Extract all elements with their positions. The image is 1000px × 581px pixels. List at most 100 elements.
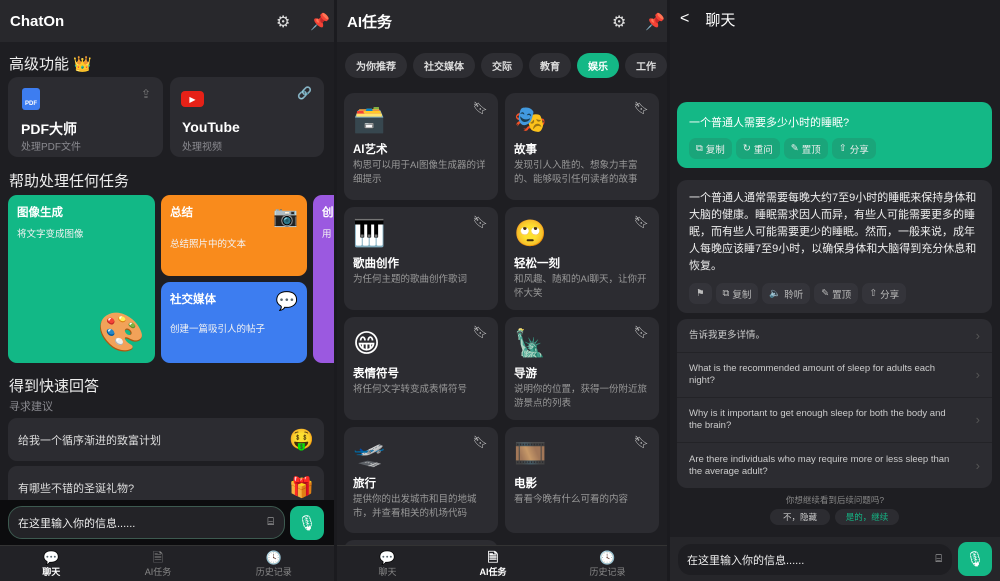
nav-ai-tasks[interactable]: 🗎 AI任务 [145,546,172,581]
gear-icon[interactable]: ⚙ [276,12,290,32]
task-card[interactable]: 🎹 🔖︎ 歌曲创作 为任何主题的歌曲创作歌词 [344,207,498,310]
document-icon: 🗎 [152,550,164,565]
suggestion-item[interactable]: 给我一个循序渐进的致富计划 🤑 [8,418,324,461]
suggestion-text: 给我一个循序渐进的致富计划 [18,434,161,447]
task-card[interactable]: 🙄 🔖︎ 轻松一刻 和风趣、随和的AI聊天，让你开怀大笑 [505,207,659,310]
task-description: 和风趣、随和的AI聊天，让你开怀大笑 [514,274,647,299]
followup-item[interactable]: Are there individuals who may require mo… [677,443,992,488]
task-emoji-icon: 🎭 [514,104,547,134]
upload-icon: ⇪ [140,87,151,101]
share-button[interactable]: ⇧ 分享 [862,283,907,304]
pin-button[interactable]: ✎ 置顶 [814,283,859,304]
card-title: PDF大师 [21,121,77,137]
task-description: 看看今晚有什么可看的内容 [514,494,629,505]
nav-chat[interactable]: 💬 聊天 [378,546,396,581]
refresh-icon: ↻ [742,143,751,154]
bookmark-icon[interactable]: 🔖︎ [634,101,649,115]
bookmark-icon[interactable]: 🔖︎ [473,435,488,449]
chip-social-media[interactable]: 社交媒体 [413,53,475,78]
followup-list: 告诉我更多详情。 › What is the recommended amount… [677,319,992,488]
task-card[interactable]: 🛫 🔖︎ 旅行 提供你的出发城市和目的地城市，并查看相关的机场代码 [344,427,498,533]
youtube-card[interactable]: ▶ 🔗 YouTube 处理视频 [170,77,324,157]
task-title: 电影 [514,478,537,490]
palette-icon: 🎨 [97,312,145,354]
premium-heading: 高级功能 👑 [9,56,92,73]
nav-chat[interactable]: 💬 聊天 [42,546,60,581]
chat-bubble-icon: 💬 [43,550,60,565]
nav-history[interactable]: 🕓 历史记录 [589,546,625,581]
continue-followups-button[interactable]: 是的，继续 [835,509,899,525]
task-card[interactable]: 🗃️ 🔖︎ AI艺术 构思可以用于AI图像生成器的详细提示 [344,93,498,200]
task-description: 提供你的出发城市和目的地城市，并查看相关的机场代码 [353,494,477,519]
copy-icon: ⧉ [696,143,703,154]
flag-icon: ⚑ [696,288,705,299]
task-image-generation[interactable]: 图像生成 将文字变成图像 🎨 [8,195,155,363]
pin-icon[interactable]: 📌 [645,12,665,32]
input-bar: 在这里输入你的信息...... ⌸ 🎙 [670,537,1000,581]
mic-button[interactable]: 🎙 [290,506,324,540]
crown-icon: 👑 [73,56,92,73]
back-arrow-icon[interactable]: < [680,10,689,28]
task-summarize[interactable]: 总结 总结照片中的文本 📷 [161,195,307,276]
share-button[interactable]: ⇧ 分享 [831,138,876,159]
bookmark-icon[interactable]: 🔖︎ [473,101,488,115]
pin-button[interactable]: ✎ 置顶 [783,138,828,159]
task-title: 轻松一刻 [514,258,560,270]
nav-history[interactable]: 🕓 历史记录 [256,546,292,581]
task-social-media[interactable]: 社交媒体 创建一篇吸引人的帖子 💬 [161,282,307,363]
app-title: ChatOn [10,12,65,30]
share-icon: ⇧ [838,143,847,154]
microphone-icon: 🎙 [965,551,985,568]
scan-icon[interactable]: ⌸ [935,553,942,566]
chip-entertainment[interactable]: 娱乐 [577,53,619,78]
hide-followups-button[interactable]: 不，隐藏 [770,509,830,525]
followup-item[interactable]: What is the recommended amount of sleep … [677,353,992,398]
page-title: AI任务 [347,13,393,31]
scan-icon[interactable]: ⌸ [267,516,274,529]
document-icon: 🗎 [487,550,499,565]
pdf-master-card[interactable]: PDF ⇪ PDF大师 处理PDF文件 [8,77,163,157]
message-input[interactable]: 在这里输入你的信息...... ⌸ [8,506,285,539]
chip-recommended[interactable]: 为你推荐 [345,53,407,78]
link-icon: 🔗 [297,86,312,100]
task-emoji-icon: 🗽 [514,328,547,358]
bookmark-icon[interactable]: 🔖︎ [473,325,488,339]
bookmark-icon[interactable]: 🔖︎ [634,215,649,229]
followup-item[interactable]: Why is it important to get enough sleep … [677,398,992,443]
gift-icon: 🎁 [289,477,314,499]
task-card[interactable]: 🎭 🔖︎ 故事 发现引人入胜的、想象力丰富的、能够吸引任何读者的故事 [505,93,659,200]
task-emoji-icon: 🙄 [514,218,547,248]
listen-button[interactable]: 🔈 聆听 [762,283,811,304]
task-card[interactable]: 😁 🔖︎ 表情符号 将任何文字转变成表情符号 [344,317,498,420]
chip-education[interactable]: 教育 [529,53,571,78]
bookmark-icon[interactable]: 🔖︎ [634,325,649,339]
task-title: 导游 [514,368,537,380]
home-screen: ChatOn ⚙ 📌 高级功能 👑 PDF ⇪ PDF大师 处理PDF文件 ▶ … [0,0,334,581]
pin-icon[interactable]: 📌 [310,12,330,32]
nav-ai-tasks[interactable]: 🗎 AI任务 [479,546,506,581]
input-bar: 在这里输入你的信息...... ⌸ 🎙 [0,500,334,545]
quick-subtitle: 寻求建议 [9,401,53,413]
chip-work[interactable]: 工作 [625,53,667,78]
money-face-icon: 🤑 [289,429,314,451]
bookmark-icon[interactable]: 🔖︎ [634,435,649,449]
chevron-right-icon: › [975,412,980,427]
youtube-icon: ▶ [181,91,204,107]
task-card[interactable]: 🎞️ 🔖︎ 电影 看看今晚有什么可看的内容 [505,427,659,533]
copy-button[interactable]: ⧉ 复制 [689,138,732,159]
reask-button[interactable]: ↻ 重问 [735,138,780,159]
chip-social[interactable]: 交际 [481,53,523,78]
task-create[interactable]: 创 用 [313,195,334,363]
message-text: 一个普通人通常需要每晚大约7至9小时的睡眠来保持身体和大脑的健康。睡眠需求因人而… [689,192,977,272]
mic-button[interactable]: 🎙 [958,542,992,576]
quick-heading: 得到快速回答 [9,378,100,395]
copy-button[interactable]: ⧉ 复制 [715,283,759,304]
header: ChatOn ⚙ 📌 [0,0,334,42]
report-button[interactable]: ⚑ [689,283,712,304]
gear-icon[interactable]: ⚙ [612,12,626,32]
message-input[interactable]: 在这里输入你的信息...... ⌸ [677,543,953,576]
bookmark-icon[interactable]: 🔖︎ [473,215,488,229]
microphone-icon: 🎙 [297,515,317,532]
task-card[interactable]: 🗽 🔖︎ 导游 说明你的位置，获得一份附近旅游景点的列表 [505,317,659,420]
followup-item[interactable]: 告诉我更多详情。 › [677,319,992,353]
